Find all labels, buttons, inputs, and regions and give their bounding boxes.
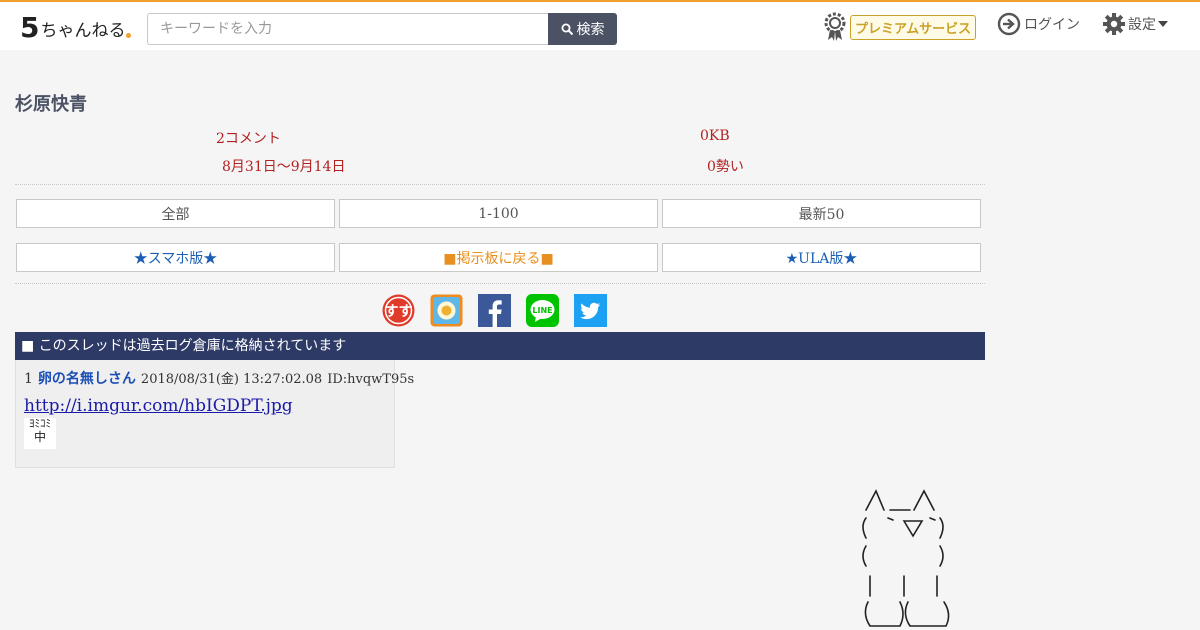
latest-50-button[interactable]: 最新50: [662, 199, 981, 228]
top-header: 5 ちゃんねる 検索 プレミアムサービス ログイン: [0, 0, 1200, 50]
search-icon: [561, 23, 573, 35]
show-all-button[interactable]: 全部: [16, 199, 335, 228]
login-label: ログイン: [1024, 17, 1080, 33]
post-author: 卵の名無しさん: [37, 371, 136, 387]
back-to-board-button[interactable]: ■掲示板に戻る■: [339, 243, 658, 272]
login-icon: [997, 12, 1021, 36]
thumb-text-bottom: 中: [33, 430, 46, 444]
settings-label: 設定: [1128, 17, 1156, 33]
image-thumbnail[interactable]: ﾖﾐｺﾐ 中: [24, 418, 56, 449]
post-date: 2018/08/31(金) 13:27:02.08: [140, 372, 323, 387]
post-number[interactable]: 1: [24, 371, 33, 387]
archive-notice: ■ このスレッドは過去ログ倉庫に格納されています: [15, 332, 985, 360]
svg-text:LINE: LINE: [532, 306, 552, 315]
premium-service-link[interactable]: プレミアムサービス: [823, 12, 977, 42]
login-link[interactable]: ログイン: [997, 12, 1080, 36]
gear-icon: [1103, 13, 1125, 35]
thread-period: 8月31日〜9月14日: [222, 159, 346, 175]
cat-ascii-art: [862, 489, 950, 627]
ula-version-button[interactable]: ★ULA版★: [662, 243, 981, 272]
twitter-icon[interactable]: [574, 294, 607, 327]
divider: [15, 184, 985, 185]
thread-title: 杉原快青: [15, 94, 87, 115]
smartphone-version-button[interactable]: ★スマホ版★: [16, 243, 335, 272]
logo-dot: [126, 33, 132, 38]
thumb-text-top: ﾖﾐｺﾐ: [29, 417, 51, 430]
caret-down-icon: [1158, 21, 1168, 27]
svg-text:すす: すす: [385, 304, 413, 320]
share-bar: すす LINE: [382, 294, 607, 327]
line-icon[interactable]: LINE: [526, 294, 559, 327]
divider: [15, 283, 985, 284]
logo-number: 5: [20, 11, 40, 44]
search-input[interactable]: [147, 13, 549, 45]
thread-size: 0KB: [700, 128, 730, 144]
logo-text: ちゃんねる: [40, 21, 126, 41]
search-button-label: 検索: [576, 22, 605, 38]
settings-menu[interactable]: 設定: [1102, 12, 1168, 36]
range-1-100-button[interactable]: 1-100: [339, 199, 658, 228]
award-ribbon-icon: [824, 12, 846, 41]
thread-momentum: 0勢い: [707, 159, 744, 175]
comment-count: 2コメント: [216, 131, 281, 147]
post-id[interactable]: ID:hvqwT95s: [327, 372, 414, 387]
sugoi-icon[interactable]: すす: [382, 294, 415, 327]
facebook-icon[interactable]: [478, 294, 511, 327]
post-image-link[interactable]: http://i.imgur.com/hbIGDPT.jpg: [24, 396, 293, 416]
premium-badge: プレミアムサービス: [850, 14, 977, 40]
post-header: 1 卵の名無しさん 2018/08/31(金) 13:27:02.08 ID:h…: [24, 368, 414, 388]
site-logo[interactable]: 5 ちゃんねる: [20, 10, 132, 44]
search-button[interactable]: 検索: [548, 13, 617, 45]
ranking-icon[interactable]: [430, 294, 463, 327]
post-item: 1 卵の名無しさん 2018/08/31(金) 13:27:02.08 ID:h…: [15, 360, 414, 468]
